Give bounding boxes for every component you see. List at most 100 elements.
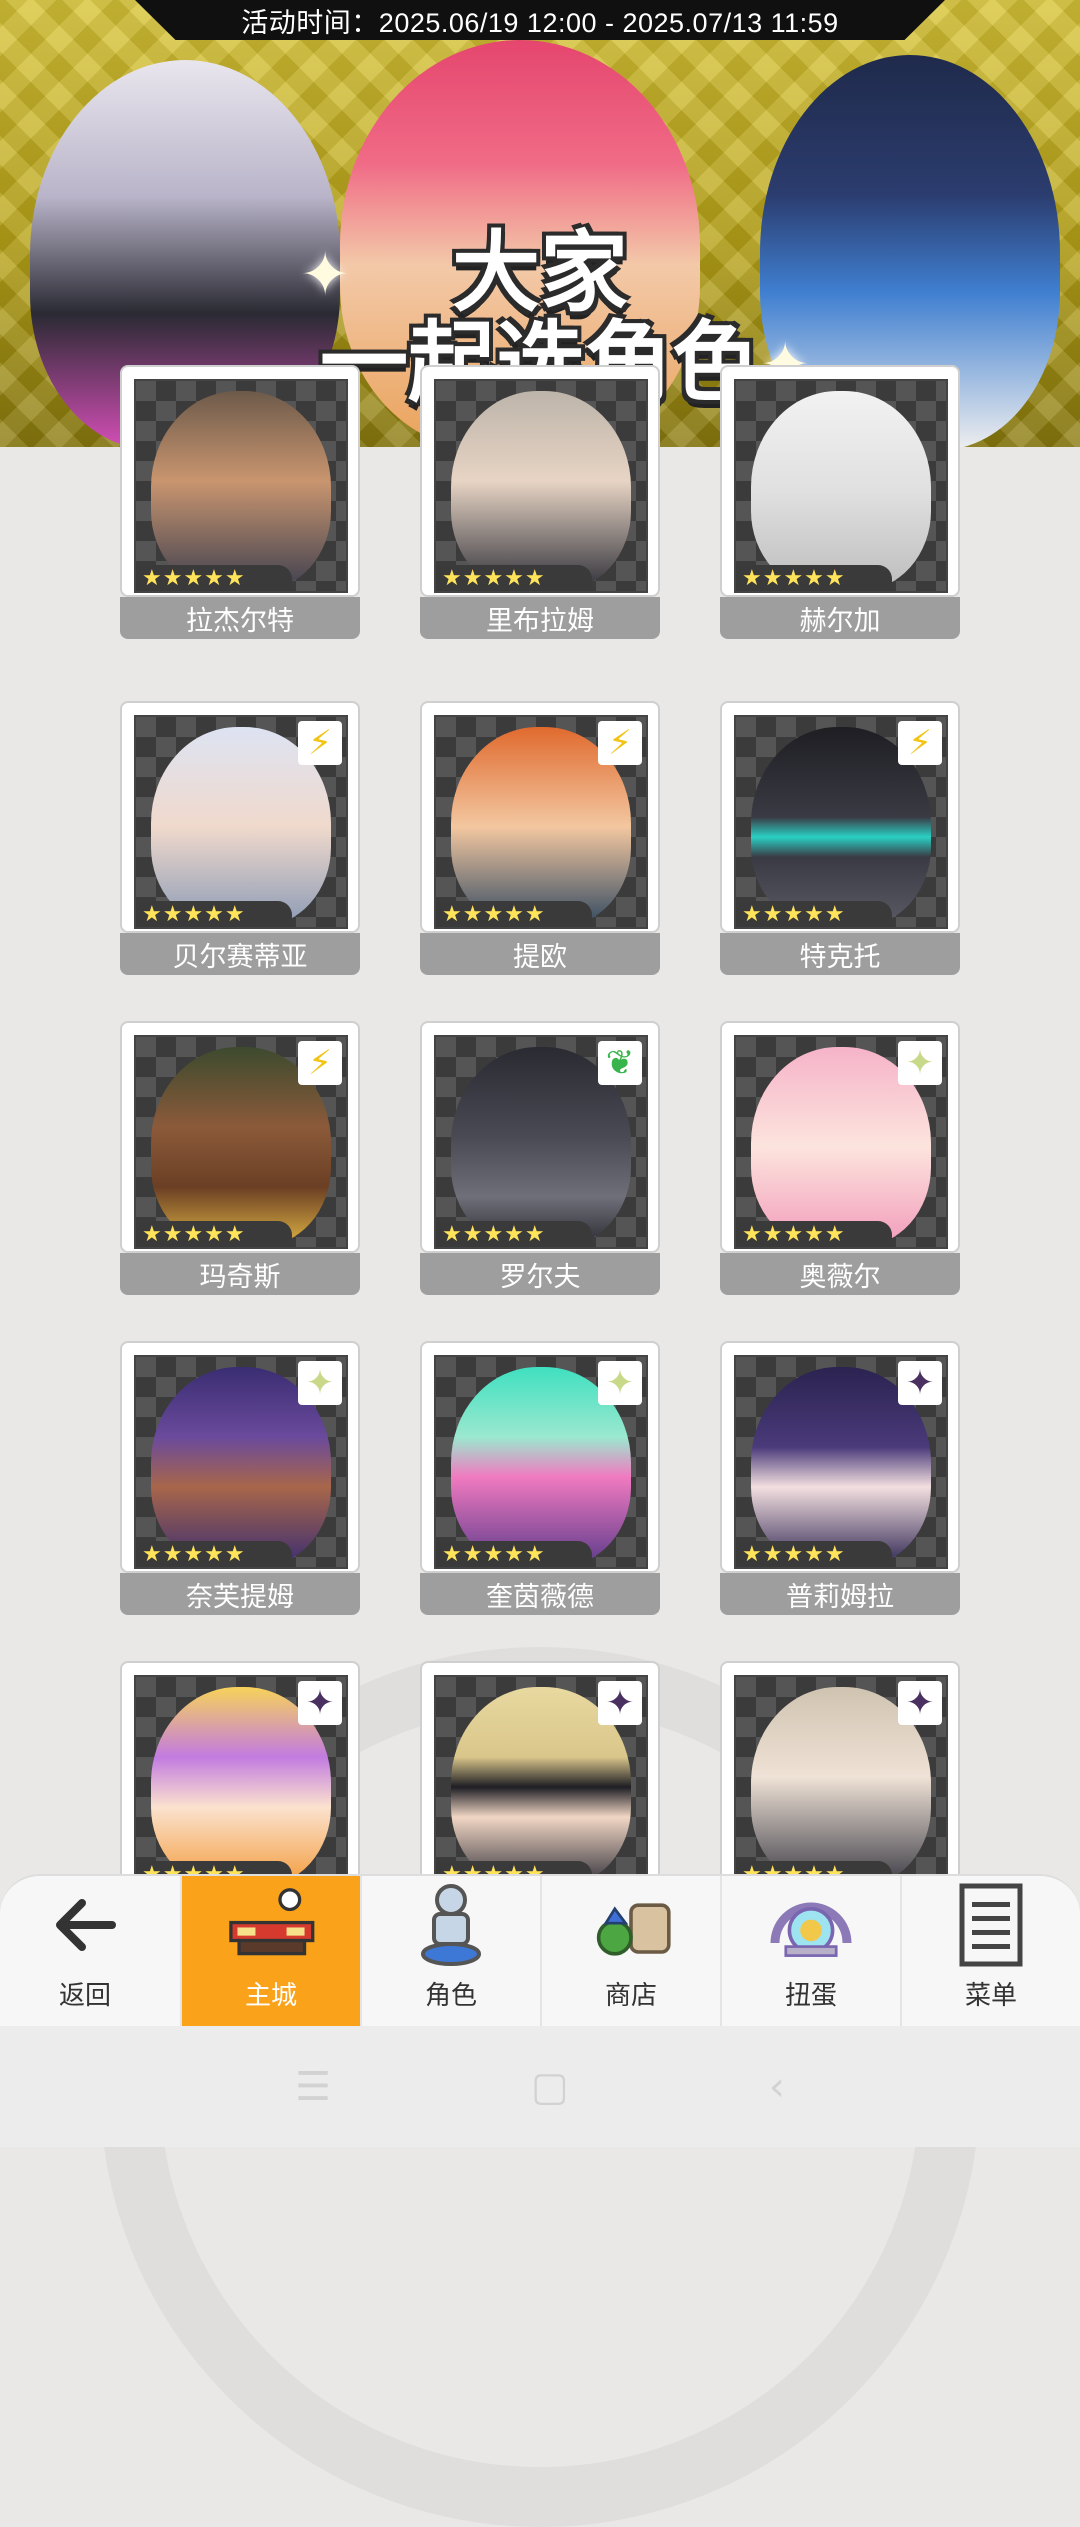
- dark-sparkle-icon: ✦: [898, 1361, 942, 1405]
- nav-shop-label: 商店: [604, 1981, 657, 2011]
- card-frame: ★★★★★: [120, 365, 360, 597]
- card-frame: ✦ ★★★★★: [120, 1341, 360, 1573]
- character-name: 罗尔夫: [420, 1253, 660, 1295]
- nav-back-button[interactable]: 返回: [0, 1876, 170, 2028]
- character-card[interactable]: ⚡ ★★★★★ 玛奇斯: [120, 1021, 360, 1295]
- nav-main-city-label: 主城: [244, 1981, 297, 2011]
- character-portrait: ⚡ ★★★★★: [134, 715, 348, 929]
- nav-gacha-label: 扭蛋: [784, 1981, 837, 2011]
- portrait-image: [451, 391, 631, 591]
- back-arrow-icon: [40, 1885, 130, 1965]
- character-name: 拉杰尔特: [120, 597, 360, 639]
- event-time-text: 活动时间：2025.06/19 12:00 - 2025.07/13 11:59: [241, 7, 839, 38]
- lightning-icon: ⚡: [298, 721, 342, 765]
- recent-apps-icon[interactable]: ☰: [295, 2064, 331, 2110]
- dark-sparkle-icon: ✦: [298, 1681, 342, 1725]
- character-name: 特克托: [720, 933, 960, 975]
- dark-sparkle-icon: ✦: [598, 1681, 642, 1725]
- character-portrait: ⚡ ★★★★★: [734, 715, 948, 929]
- nav-main-city-button[interactable]: 主城: [180, 1876, 360, 2028]
- character-portrait: ★★★★★: [134, 379, 348, 593]
- light-sparkle-icon: ✦: [898, 1041, 942, 1085]
- character-name: 奎茵薇德: [420, 1573, 660, 1615]
- menu-list-icon: [946, 1883, 1036, 1967]
- nav-shop-button[interactable]: 商店: [540, 1876, 720, 2028]
- star-rating: ★★★★★: [436, 901, 592, 927]
- bottom-nav: 返回 主城 角色 商店 扭蛋 菜单: [0, 1874, 1080, 2028]
- character-portrait: ✦ ★★★★★: [734, 1035, 948, 1249]
- star-rating: ★★★★★: [136, 901, 292, 927]
- light-sparkle-icon: ✦: [298, 1361, 342, 1405]
- character-card[interactable]: ⚡ ★★★★★ 提欧: [420, 701, 660, 975]
- character-portrait: ★★★★★: [434, 379, 648, 593]
- portrait-image: [151, 391, 331, 591]
- card-frame: ✦ ★★★★★: [420, 1661, 660, 1893]
- star-rating: ★★★★★: [136, 1541, 292, 1567]
- star-rating: ★★★★★: [436, 1221, 592, 1247]
- nav-menu-label: 菜单: [964, 1981, 1017, 2011]
- character-name: 奈芙提姆: [120, 1573, 360, 1615]
- shop-bag-icon: [586, 1885, 676, 1965]
- character-card[interactable]: ⚡ ★★★★★ 贝尔赛蒂亚: [120, 701, 360, 975]
- character-portrait: ✦ ★★★★★: [134, 1675, 348, 1889]
- nav-character-button[interactable]: 角色: [360, 1876, 540, 2028]
- card-frame: ★★★★★: [420, 365, 660, 597]
- character-portrait: ✦ ★★★★★: [734, 1355, 948, 1569]
- event-time-bar: 活动时间：2025.06/19 12:00 - 2025.07/13 11:59: [135, 0, 945, 40]
- nav-back-label: 返回: [58, 1981, 111, 2011]
- nav-gacha-button[interactable]: 扭蛋: [720, 1876, 900, 2028]
- star-rating: ★★★★★: [136, 1221, 292, 1247]
- system-nav-bar: ☰ ▢ ‹: [0, 2026, 1080, 2147]
- character-name: 贝尔赛蒂亚: [120, 933, 360, 975]
- star-rating: ★★★★★: [736, 1541, 892, 1567]
- character-card[interactable]: ✦ ★★★★★ 奈芙提姆: [120, 1341, 360, 1615]
- card-frame: ⚡ ★★★★★: [120, 701, 360, 933]
- character-portrait: ✦ ★★★★★: [434, 1675, 648, 1889]
- main-city-icon: [226, 1885, 316, 1965]
- character-portrait: ❦ ★★★★★: [434, 1035, 648, 1249]
- character-name: 普莉姆拉: [720, 1573, 960, 1615]
- character-grid: ★★★★★ 拉杰尔特 ★★★★★ 里布拉姆 ★★★★★ 赫尔加 ⚡ ★★★★★ …: [0, 365, 1080, 2527]
- character-card[interactable]: ✦ ★★★★★ 普莉姆拉: [720, 1341, 960, 1615]
- character-card[interactable]: ★★★★★ 里布拉姆: [420, 365, 660, 639]
- gacha-orb-icon: [766, 1885, 856, 1965]
- star-rating: ★★★★★: [136, 565, 292, 591]
- nav-menu-button[interactable]: 菜单: [900, 1876, 1080, 2028]
- character-portrait: ✦ ★★★★★: [134, 1355, 348, 1569]
- card-frame: ✦ ★★★★★: [120, 1661, 360, 1893]
- character-portrait: ⚡ ★★★★★: [434, 715, 648, 929]
- character-card[interactable]: ✦ ★★★★★ 奥薇尔: [720, 1021, 960, 1295]
- card-frame: ⚡ ★★★★★: [120, 1021, 360, 1253]
- lightning-icon: ⚡: [298, 1041, 342, 1085]
- light-sparkle-icon: ✦: [598, 1361, 642, 1405]
- character-card[interactable]: ⚡ ★★★★★ 特克托: [720, 701, 960, 975]
- dark-sparkle-icon: ✦: [898, 1681, 942, 1725]
- character-portrait: ★★★★★: [734, 379, 948, 593]
- card-frame: ★★★★★: [720, 365, 960, 597]
- lightning-icon: ⚡: [898, 721, 942, 765]
- character-name: 里布拉姆: [420, 597, 660, 639]
- star-rating: ★★★★★: [436, 565, 592, 591]
- character-portrait: ✦ ★★★★★: [734, 1675, 948, 1889]
- home-icon[interactable]: ▢: [531, 2064, 569, 2110]
- card-frame: ✦ ★★★★★: [720, 1661, 960, 1893]
- back-icon[interactable]: ‹: [769, 2064, 785, 2110]
- character-icon: [406, 1884, 496, 1966]
- lightning-icon: ⚡: [598, 721, 642, 765]
- card-frame: ⚡ ★★★★★: [720, 701, 960, 933]
- character-card[interactable]: ❦ ★★★★★ 罗尔夫: [420, 1021, 660, 1295]
- card-frame: ✦ ★★★★★: [720, 1021, 960, 1253]
- character-card[interactable]: ★★★★★ 赫尔加: [720, 365, 960, 639]
- star-rating: ★★★★★: [436, 1541, 592, 1567]
- portrait-image: [751, 391, 931, 591]
- character-portrait: ✦ ★★★★★: [434, 1355, 648, 1569]
- card-frame: ✦ ★★★★★: [420, 1341, 660, 1573]
- star-rating: ★★★★★: [736, 1221, 892, 1247]
- character-portrait: ⚡ ★★★★★: [134, 1035, 348, 1249]
- star-rating: ★★★★★: [736, 901, 892, 927]
- character-card[interactable]: ★★★★★ 拉杰尔特: [120, 365, 360, 639]
- card-frame: ❦ ★★★★★: [420, 1021, 660, 1253]
- character-card[interactable]: ✦ ★★★★★ 奎茵薇德: [420, 1341, 660, 1615]
- banner-title-line1: 大家: [451, 221, 628, 324]
- character-name: 赫尔加: [720, 597, 960, 639]
